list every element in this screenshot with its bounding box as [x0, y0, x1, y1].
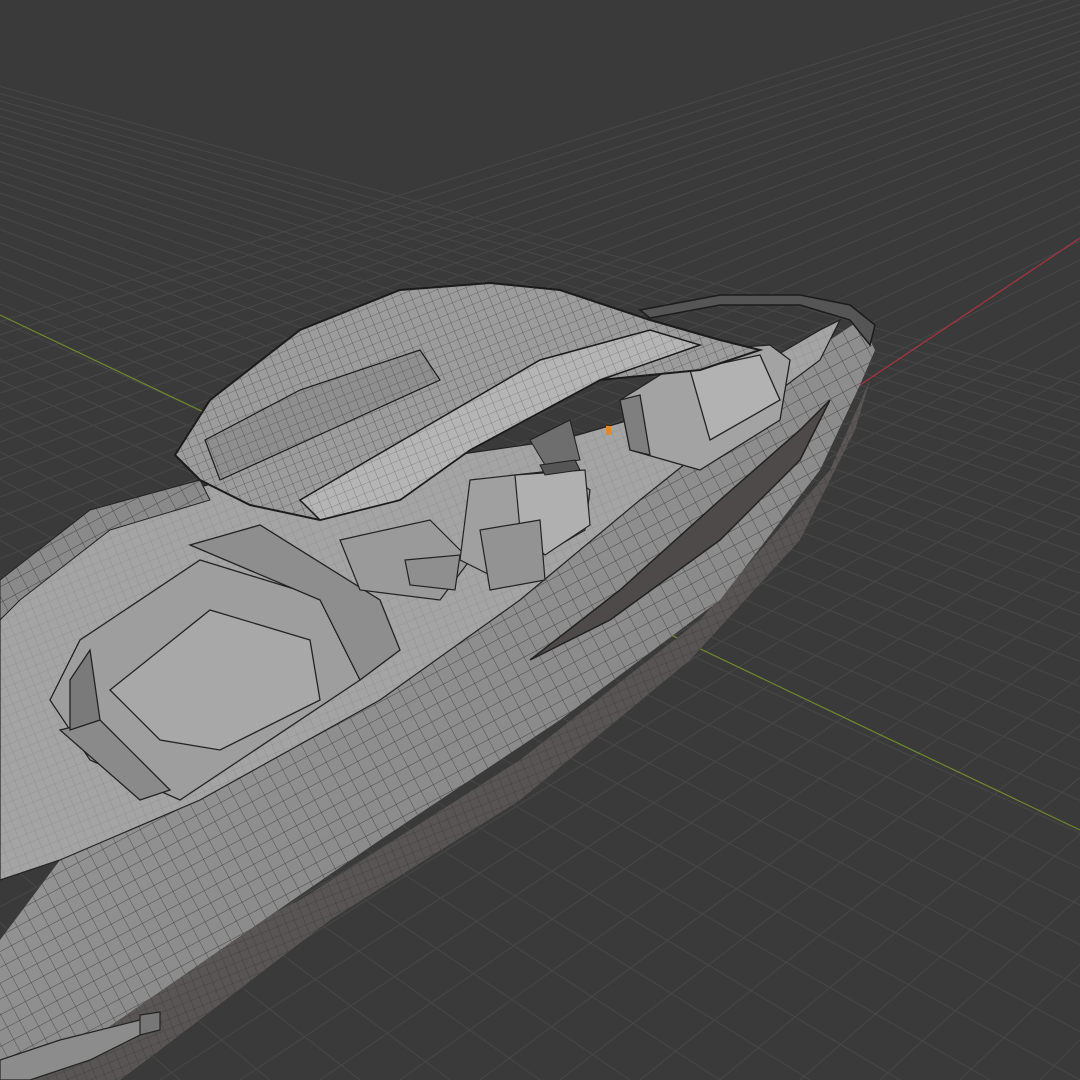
- helm-indicator-light: [606, 426, 611, 435]
- 3d-viewport[interactable]: [0, 0, 1080, 1080]
- viewport-canvas[interactable]: [0, 0, 1080, 1080]
